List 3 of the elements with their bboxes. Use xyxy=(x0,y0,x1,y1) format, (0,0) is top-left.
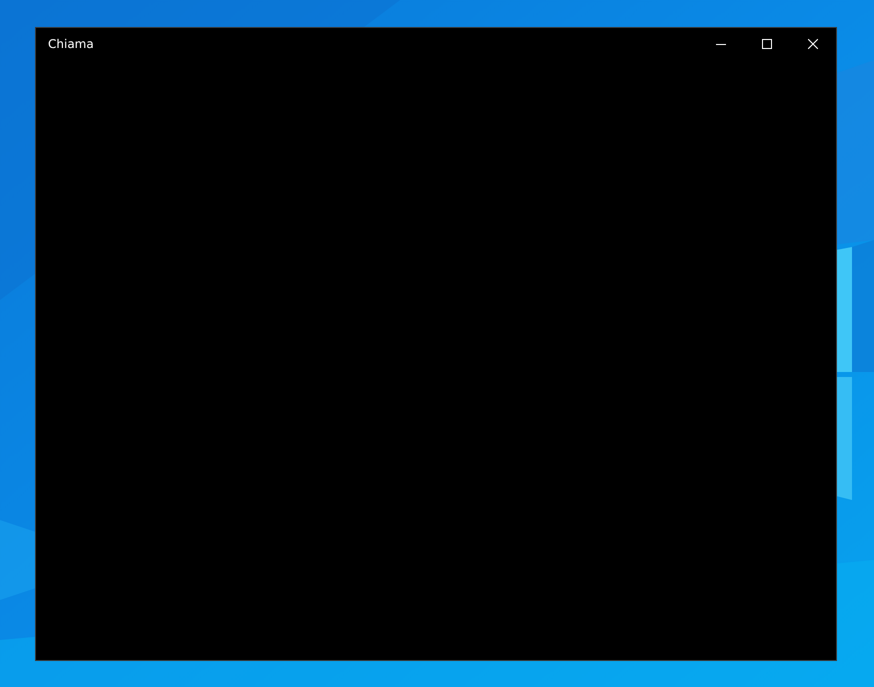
window-title: Chiama xyxy=(48,37,95,51)
close-icon xyxy=(808,39,818,49)
maximize-icon xyxy=(762,39,772,49)
